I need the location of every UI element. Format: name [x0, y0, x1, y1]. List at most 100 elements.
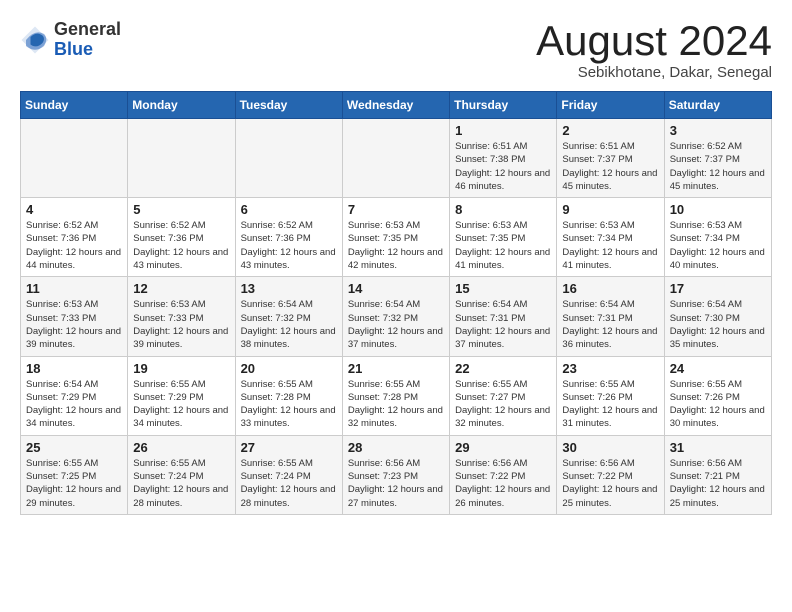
calendar-cell [21, 119, 128, 198]
logo-blue-text: Blue [54, 40, 121, 60]
calendar-cell [342, 119, 449, 198]
calendar-cell: 29Sunrise: 6:56 AM Sunset: 7:22 PM Dayli… [450, 435, 557, 514]
calendar-cell: 5 Sunrise: 6:52 AM Sunset: 7:36 PM Daylig… [128, 198, 235, 277]
day-info: Sunrise: 6:53 AM Sunset: 7:33 PM Dayligh… [26, 298, 122, 351]
day-info: Sunrise: 6:52 AM Sunset: 7:36 PM Dayligh… [26, 219, 122, 272]
day-number: 5 [133, 202, 229, 217]
day-info: Sunrise: 6:54 AM Sunset: 7:32 PM Dayligh… [241, 298, 337, 351]
day-info: Sunrise: 6:56 AM Sunset: 7:21 PM Dayligh… [670, 457, 766, 510]
day-number: 24 [670, 361, 766, 376]
day-number: 31 [670, 440, 766, 455]
day-info: Sunrise: 6:54 AM Sunset: 7:30 PM Dayligh… [670, 298, 766, 351]
calendar-table: SundayMondayTuesdayWednesdayThursdayFrid… [20, 91, 772, 515]
day-info: Sunrise: 6:54 AM Sunset: 7:31 PM Dayligh… [455, 298, 551, 351]
calendar-cell: 20 Sunrise: 6:55 AM Sunset: 7:28 PM Dayli… [235, 356, 342, 435]
day-number: 26 [133, 440, 229, 455]
day-number: 17 [670, 281, 766, 296]
calendar-cell: 15Sunrise: 6:54 AM Sunset: 7:31 PM Dayli… [450, 277, 557, 356]
day-number: 22 [455, 361, 551, 376]
calendar-cell: 12Sunrise: 6:53 AM Sunset: 7:33 PM Dayli… [128, 277, 235, 356]
weekday-header-thursday: Thursday [450, 92, 557, 119]
calendar-week-row: 18 Sunrise: 6:54 AM Sunset: 7:29 PM Dayli… [21, 356, 772, 435]
weekday-header-sunday: Sunday [21, 92, 128, 119]
day-info: Sunrise: 6:55 AM Sunset: 7:29 PM Dayligh… [133, 378, 229, 431]
calendar-cell: 25 Sunrise: 6:55 AM Sunset: 7:25 PM Dayli… [21, 435, 128, 514]
day-number: 28 [348, 440, 444, 455]
calendar-cell: 30Sunrise: 6:56 AM Sunset: 7:22 PM Dayli… [557, 435, 664, 514]
day-info: Sunrise: 6:56 AM Sunset: 7:22 PM Dayligh… [455, 457, 551, 510]
day-info: Sunrise: 6:54 AM Sunset: 7:31 PM Dayligh… [562, 298, 658, 351]
calendar-cell: 4Sunrise: 6:52 AM Sunset: 7:36 PM Daylig… [21, 198, 128, 277]
calendar-cell [128, 119, 235, 198]
calendar-cell: 24 Sunrise: 6:55 AM Sunset: 7:26 PM Dayli… [664, 356, 771, 435]
page-header: General Blue August 2024 Sebikhotane, Da… [20, 20, 772, 81]
calendar-cell: 7 Sunrise: 6:53 AM Sunset: 7:35 PM Daylig… [342, 198, 449, 277]
calendar-cell: 2Sunrise: 6:51 AM Sunset: 7:37 PM Daylig… [557, 119, 664, 198]
day-number: 6 [241, 202, 337, 217]
day-number: 14 [348, 281, 444, 296]
day-info: Sunrise: 6:55 AM Sunset: 7:24 PM Dayligh… [241, 457, 337, 510]
day-number: 18 [26, 361, 122, 376]
day-info: Sunrise: 6:55 AM Sunset: 7:28 PM Dayligh… [241, 378, 337, 431]
calendar-cell: 1 Sunrise: 6:51 AM Sunset: 7:38 PM Daylig… [450, 119, 557, 198]
day-number: 23 [562, 361, 658, 376]
day-info: Sunrise: 6:52 AM Sunset: 7:36 PM Dayligh… [133, 219, 229, 272]
day-number: 8 [455, 202, 551, 217]
calendar-cell: 22 Sunrise: 6:55 AM Sunset: 7:27 PM Dayli… [450, 356, 557, 435]
day-number: 16 [562, 281, 658, 296]
calendar-cell: 13 Sunrise: 6:54 AM Sunset: 7:32 PM Dayli… [235, 277, 342, 356]
day-info: Sunrise: 6:55 AM Sunset: 7:26 PM Dayligh… [670, 378, 766, 431]
day-info: Sunrise: 6:56 AM Sunset: 7:23 PM Dayligh… [348, 457, 444, 510]
day-info: Sunrise: 6:53 AM Sunset: 7:35 PM Dayligh… [348, 219, 444, 272]
calendar-cell: 10Sunrise: 6:53 AM Sunset: 7:34 PM Dayli… [664, 198, 771, 277]
logo-general-text: General [54, 20, 121, 40]
calendar-week-row: 11 Sunrise: 6:53 AM Sunset: 7:33 PM Dayli… [21, 277, 772, 356]
day-number: 25 [26, 440, 122, 455]
calendar-cell: 23 Sunrise: 6:55 AM Sunset: 7:26 PM Dayli… [557, 356, 664, 435]
calendar-cell: 16 Sunrise: 6:54 AM Sunset: 7:31 PM Dayli… [557, 277, 664, 356]
day-number: 11 [26, 281, 122, 296]
weekday-header-friday: Friday [557, 92, 664, 119]
day-number: 20 [241, 361, 337, 376]
day-number: 27 [241, 440, 337, 455]
day-number: 3 [670, 123, 766, 138]
calendar-week-row: 25 Sunrise: 6:55 AM Sunset: 7:25 PM Dayli… [21, 435, 772, 514]
day-info: Sunrise: 6:53 AM Sunset: 7:34 PM Dayligh… [670, 219, 766, 272]
calendar-cell [235, 119, 342, 198]
weekday-header-wednesday: Wednesday [342, 92, 449, 119]
day-number: 2 [562, 123, 658, 138]
day-info: Sunrise: 6:52 AM Sunset: 7:36 PM Dayligh… [241, 219, 337, 272]
day-info: Sunrise: 6:52 AM Sunset: 7:37 PM Dayligh… [670, 140, 766, 193]
day-info: Sunrise: 6:55 AM Sunset: 7:25 PM Dayligh… [26, 457, 122, 510]
weekday-header-row: SundayMondayTuesdayWednesdayThursdayFrid… [21, 92, 772, 119]
day-info: Sunrise: 6:55 AM Sunset: 7:24 PM Dayligh… [133, 457, 229, 510]
logo-text: General Blue [54, 20, 121, 60]
weekday-header-tuesday: Tuesday [235, 92, 342, 119]
calendar-cell: 26 Sunrise: 6:55 AM Sunset: 7:24 PM Dayli… [128, 435, 235, 514]
day-info: Sunrise: 6:53 AM Sunset: 7:35 PM Dayligh… [455, 219, 551, 272]
logo: General Blue [20, 20, 121, 60]
day-info: Sunrise: 6:53 AM Sunset: 7:34 PM Dayligh… [562, 219, 658, 272]
weekday-header-saturday: Saturday [664, 92, 771, 119]
calendar-cell: 27 Sunrise: 6:55 AM Sunset: 7:24 PM Dayli… [235, 435, 342, 514]
day-number: 30 [562, 440, 658, 455]
day-info: Sunrise: 6:55 AM Sunset: 7:27 PM Dayligh… [455, 378, 551, 431]
calendar-cell: 19 Sunrise: 6:55 AM Sunset: 7:29 PM Dayli… [128, 356, 235, 435]
day-number: 7 [348, 202, 444, 217]
day-number: 1 [455, 123, 551, 138]
day-number: 9 [562, 202, 658, 217]
day-number: 13 [241, 281, 337, 296]
calendar-cell: 18 Sunrise: 6:54 AM Sunset: 7:29 PM Dayli… [21, 356, 128, 435]
day-info: Sunrise: 6:54 AM Sunset: 7:32 PM Dayligh… [348, 298, 444, 351]
day-info: Sunrise: 6:54 AM Sunset: 7:29 PM Dayligh… [26, 378, 122, 431]
day-number: 19 [133, 361, 229, 376]
calendar-cell: 31 Sunrise: 6:56 AM Sunset: 7:21 PM Dayli… [664, 435, 771, 514]
calendar-cell: 28 Sunrise: 6:56 AM Sunset: 7:23 PM Dayli… [342, 435, 449, 514]
day-info: Sunrise: 6:51 AM Sunset: 7:38 PM Dayligh… [455, 140, 551, 193]
calendar-cell: 14 Sunrise: 6:54 AM Sunset: 7:32 PM Dayli… [342, 277, 449, 356]
day-info: Sunrise: 6:55 AM Sunset: 7:26 PM Dayligh… [562, 378, 658, 431]
title-area: August 2024 Sebikhotane, Dakar, Senegal [536, 20, 772, 81]
calendar-cell: 6 Sunrise: 6:52 AM Sunset: 7:36 PM Daylig… [235, 198, 342, 277]
calendar-cell: 17 Sunrise: 6:54 AM Sunset: 7:30 PM Dayli… [664, 277, 771, 356]
calendar-cell: 21Sunrise: 6:55 AM Sunset: 7:28 PM Dayli… [342, 356, 449, 435]
